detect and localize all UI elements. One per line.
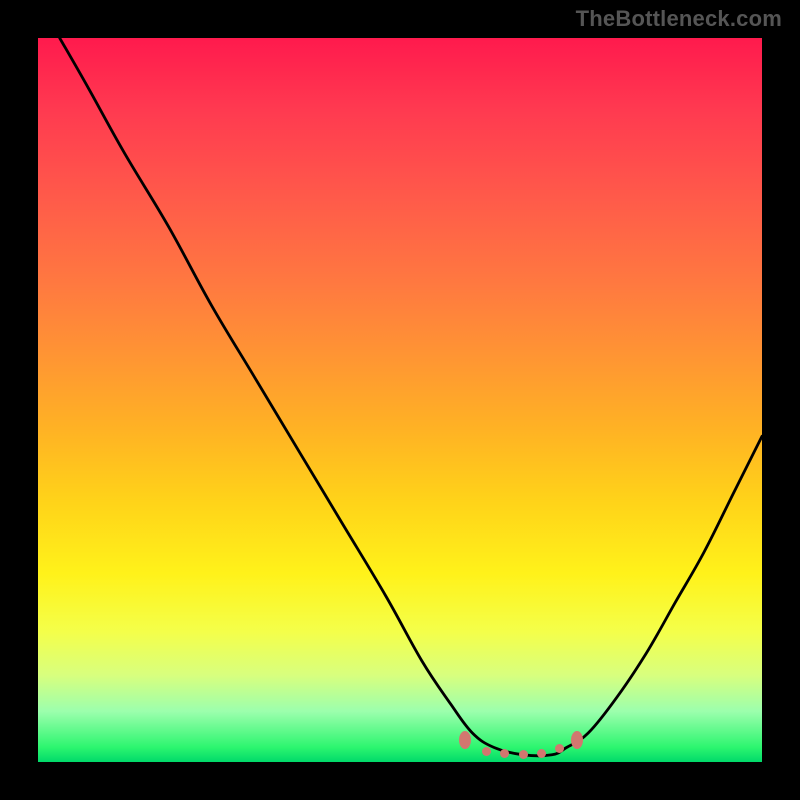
chart-frame: TheBottleneck.com	[0, 0, 800, 800]
bottleneck-curve	[38, 38, 762, 762]
watermark-text: TheBottleneck.com	[576, 6, 782, 32]
